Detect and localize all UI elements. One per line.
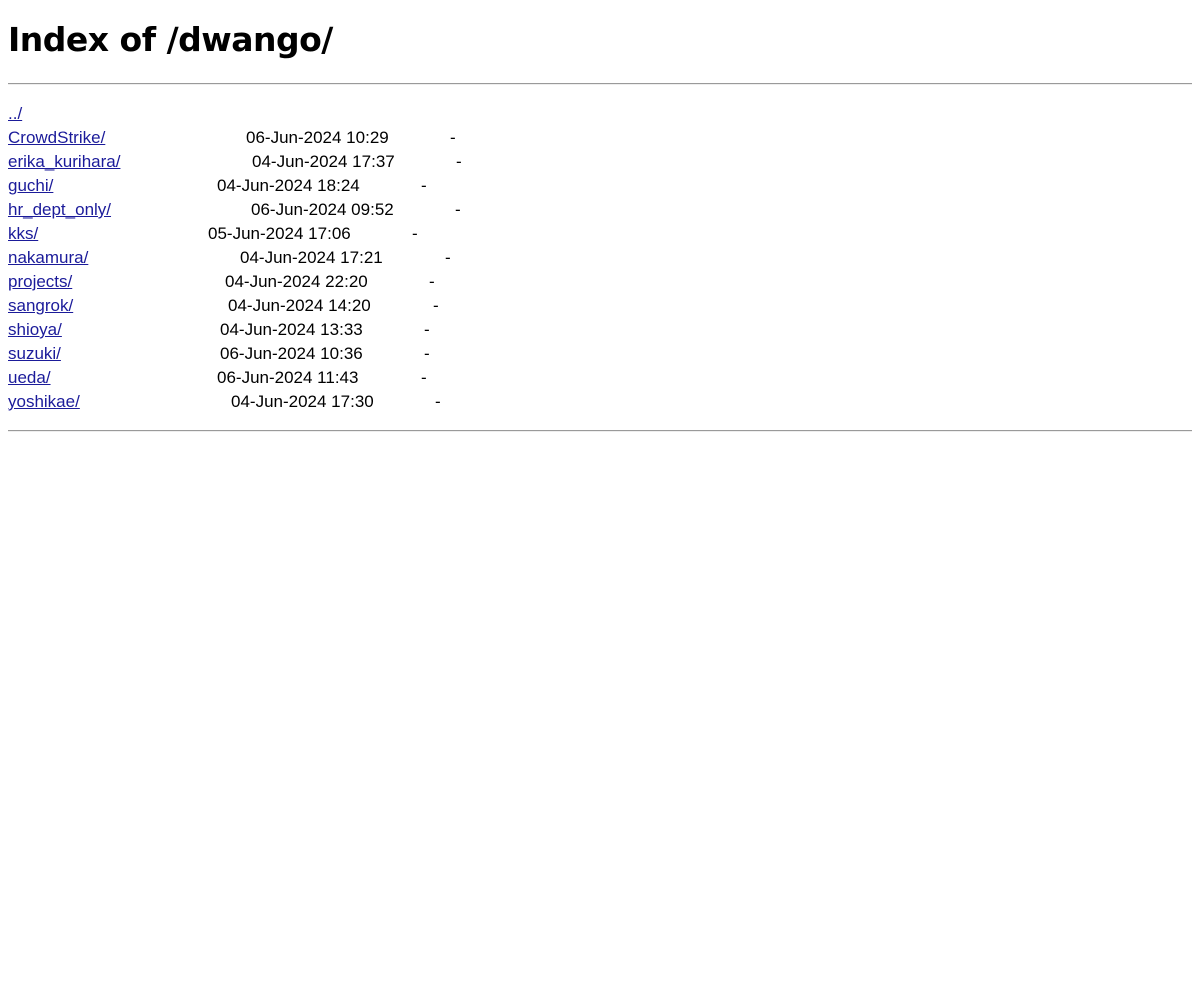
directory-link[interactable]: yoshikae/ (8, 392, 80, 411)
modified-date: 06-Jun-2024 09:52 (251, 200, 394, 219)
list-item: projects/04-Jun-2024 22:20 - (8, 270, 1192, 294)
file-size: - (435, 392, 441, 411)
file-size: - (456, 152, 462, 171)
directory-link[interactable]: ueda/ (8, 368, 51, 387)
file-size: - (424, 320, 430, 339)
directory-link[interactable]: kks/ (8, 224, 38, 243)
list-item: sangrok/04-Jun-2024 14:20 - (8, 294, 1192, 318)
directory-link[interactable]: projects/ (8, 272, 72, 291)
file-size: - (424, 344, 430, 363)
directory-listing: ../ CrowdStrike/06-Jun-2024 10:29- erika_… (8, 102, 1192, 414)
directory-link[interactable]: guchi/ (8, 176, 53, 195)
list-item: yoshikae/04-Jun-2024 17:30 - (8, 390, 1192, 414)
directory-link[interactable]: sangrok/ (8, 296, 73, 315)
list-item: erika_kurihara/04-Jun-2024 17:37 - (8, 150, 1192, 174)
parent-directory-row: ../ (8, 102, 1192, 126)
entry-list: CrowdStrike/06-Jun-2024 10:29- erika_kuri… (8, 126, 1192, 414)
parent-directory-link[interactable]: ../ (8, 104, 22, 123)
modified-date: 04-Jun-2024 14:20 (228, 296, 371, 315)
directory-link[interactable]: shioya/ (8, 320, 62, 339)
modified-date: 06-Jun-2024 10:36 (220, 344, 363, 363)
file-size: - (450, 128, 456, 147)
directory-link[interactable]: nakamura/ (8, 248, 88, 267)
modified-date: 04-Jun-2024 17:30 (231, 392, 374, 411)
file-size: - (421, 368, 427, 387)
list-item: CrowdStrike/06-Jun-2024 10:29 - (8, 126, 1192, 150)
list-item: suzuki/06-Jun-2024 10:36 - (8, 342, 1192, 366)
modified-date: 06-Jun-2024 10:29 (246, 128, 389, 147)
modified-date: 04-Jun-2024 17:21 (240, 248, 383, 267)
top-divider (8, 83, 1192, 85)
directory-link[interactable]: erika_kurihara/ (8, 152, 120, 171)
list-item: hr_dept_only/06-Jun-2024 09:52 - (8, 198, 1192, 222)
list-item: kks/05-Jun-2024 17:06 - (8, 222, 1192, 246)
list-item: ueda/06-Jun-2024 11:43 - (8, 366, 1192, 390)
list-item: shioya/04-Jun-2024 13:33 - (8, 318, 1192, 342)
file-size: - (412, 224, 418, 243)
modified-date: 05-Jun-2024 17:06 (208, 224, 351, 243)
modified-date: 06-Jun-2024 11:43 (217, 368, 359, 387)
modified-date: 04-Jun-2024 18:24 (217, 176, 360, 195)
list-item: nakamura/04-Jun-2024 17:21 - (8, 246, 1192, 270)
modified-date: 04-Jun-2024 22:20 (225, 272, 368, 291)
file-size: - (455, 200, 461, 219)
bottom-divider (8, 430, 1192, 432)
file-size: - (445, 248, 451, 267)
directory-link[interactable]: hr_dept_only/ (8, 200, 111, 219)
modified-date: 04-Jun-2024 13:33 (220, 320, 363, 339)
page-title: Index of /dwango/ (8, 20, 333, 59)
file-size: - (429, 272, 435, 291)
directory-link[interactable]: CrowdStrike/ (8, 128, 105, 147)
file-size: - (421, 176, 427, 195)
file-size: - (433, 296, 439, 315)
list-item: guchi/04-Jun-2024 18:24 - (8, 174, 1192, 198)
modified-date: 04-Jun-2024 17:37 (252, 152, 395, 171)
directory-link[interactable]: suzuki/ (8, 344, 61, 363)
